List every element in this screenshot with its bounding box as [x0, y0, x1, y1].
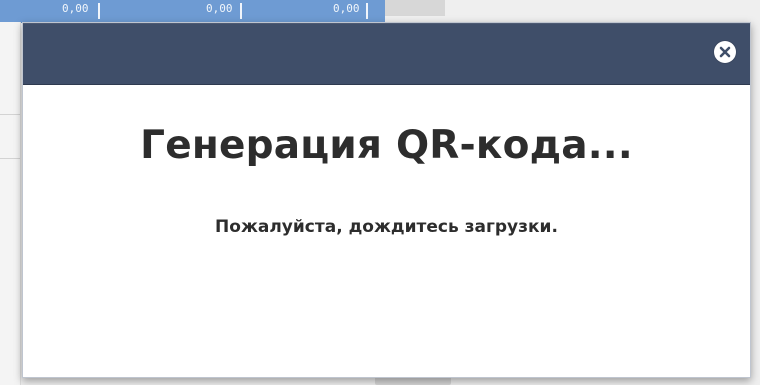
background-header-cell: 0,00: [333, 2, 360, 15]
background-header-divider: [366, 3, 368, 19]
background-divider: [0, 158, 20, 159]
qr-generation-modal: Генерация QR-кода... Пожалуйста, дождите…: [22, 22, 751, 378]
modal-subtitle: Пожалуйста, дождитесь загрузки.: [215, 217, 558, 237]
background-table-header: 0,00 0,00 0,00: [0, 0, 385, 23]
background-left-panel: [0, 22, 21, 385]
background-header-cell: 0,00: [206, 2, 233, 15]
background-header-divider: [98, 3, 100, 19]
background-header-extension: [385, 0, 445, 16]
modal-title: Генерация QR-кода...: [140, 123, 633, 168]
close-icon: [718, 45, 732, 59]
modal-header: [23, 23, 750, 85]
background-divider: [0, 114, 20, 115]
close-button[interactable]: [714, 41, 736, 63]
background-header-cell: 0,00: [62, 2, 89, 15]
background-header-divider: [240, 3, 242, 19]
